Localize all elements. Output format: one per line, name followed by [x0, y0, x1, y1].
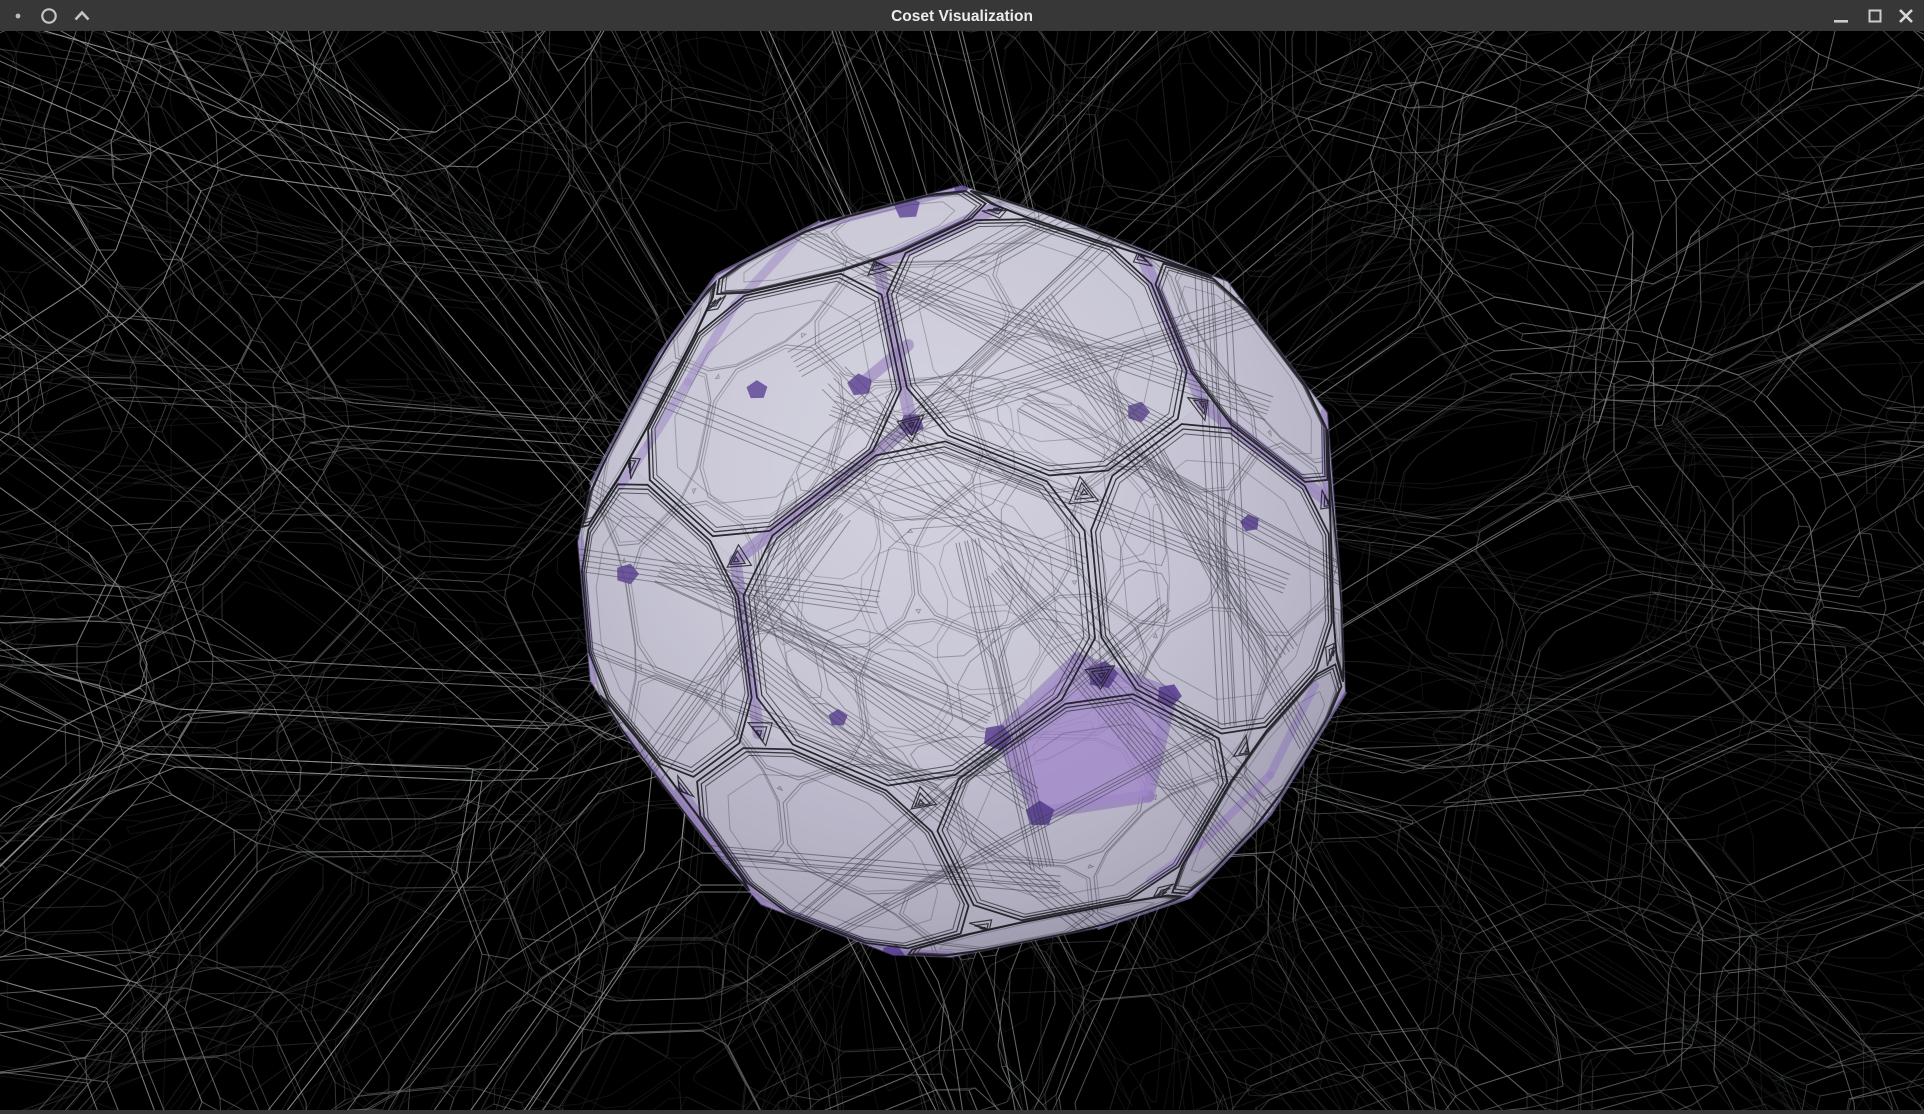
svg-text:Coset Visualization: Coset Visualization [891, 8, 1033, 25]
